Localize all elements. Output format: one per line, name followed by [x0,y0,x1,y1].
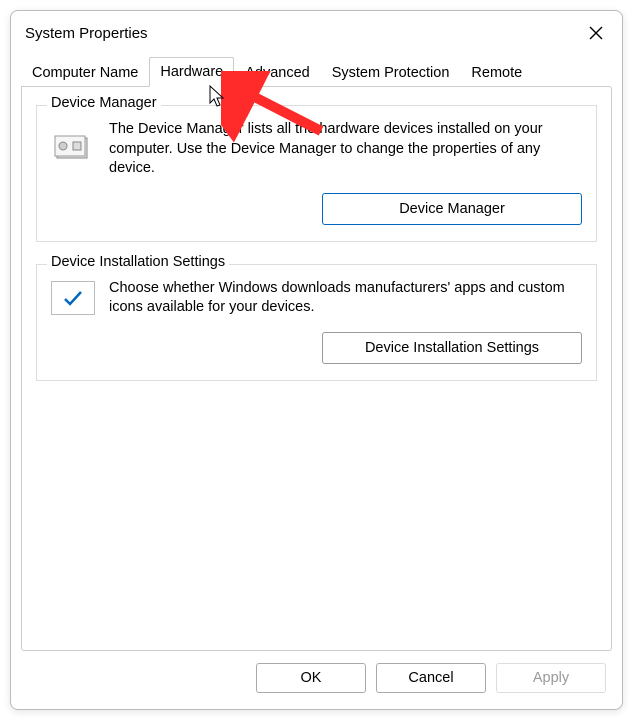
device-manager-button[interactable]: Device Manager [322,193,582,225]
device-install-button[interactable]: Device Installation Settings [322,332,582,364]
tab-hardware[interactable]: Hardware [149,57,234,87]
device-manager-icon [51,122,95,166]
tab-system-protection[interactable]: System Protection [321,58,461,87]
device-manager-desc: The Device Manager lists all the hardwar… [109,120,582,179]
device-install-legend: Device Installation Settings [47,254,229,270]
close-icon [589,26,603,40]
cancel-button[interactable]: Cancel [376,663,486,693]
titlebar: System Properties [11,11,622,51]
device-manager-group: Device Manager The Device Manager lists … [36,105,597,242]
tab-remote[interactable]: Remote [460,58,533,87]
tab-advanced[interactable]: Advanced [234,58,321,87]
tab-row: Computer Name Hardware Advanced System P… [11,51,622,87]
tab-panel-hardware: Device Manager The Device Manager lists … [21,86,612,651]
device-manager-legend: Device Manager [47,95,161,111]
system-properties-dialog: System Properties Computer Name Hardware… [10,10,623,710]
device-install-group: Device Installation Settings Choose whet… [36,264,597,381]
tab-computer-name[interactable]: Computer Name [21,58,149,87]
checkmark-icon [51,281,95,315]
ok-button[interactable]: OK [256,663,366,693]
device-install-desc: Choose whether Windows downloads manufac… [109,279,582,318]
dialog-footer: OK Cancel Apply [11,651,622,709]
window-title: System Properties [25,25,148,42]
close-button[interactable] [584,21,608,45]
apply-button: Apply [496,663,606,693]
